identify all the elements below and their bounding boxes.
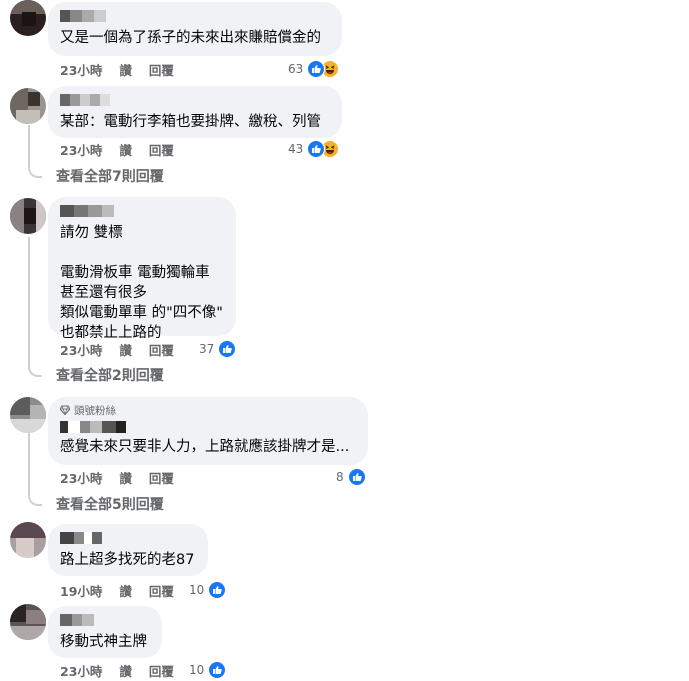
comment-time[interactable]: 23小時 <box>60 340 102 359</box>
reaction-summary[interactable]: 37 <box>199 339 237 359</box>
comment-bubble: 又是一個為了孫子的未來出來賺賠償金的 <box>48 2 342 56</box>
reaction-summary[interactable]: 8 <box>336 467 366 487</box>
diamond-icon <box>60 405 70 415</box>
avatar[interactable] <box>10 88 46 124</box>
reaction-count: 10 <box>189 663 205 677</box>
comment-meta: 23小時 讚 回覆 <box>60 340 191 358</box>
top-fan-label: 頭號粉絲 <box>74 404 116 417</box>
comment-text: 某部：電動行李箱也要掛牌、繳稅、列管 <box>60 114 321 130</box>
reaction-count: 37 <box>199 342 215 356</box>
avatar[interactable] <box>10 0 46 36</box>
comment-bubble: 請勿 雙標 電動滑板車 電動獨輪車 甚至還有很多 類似電動單車 的"四不像" 也… <box>48 197 236 341</box>
like-icon <box>218 340 237 358</box>
avatar[interactable] <box>10 604 46 640</box>
view-replies-link[interactable]: 查看全部2則回覆 <box>56 366 164 386</box>
reaction-count: 43 <box>288 142 304 156</box>
commenter-name-redacted[interactable] <box>60 421 356 433</box>
reaction-summary[interactable]: 43 <box>288 139 340 159</box>
like-button[interactable]: 讚 <box>119 468 132 487</box>
reply-button[interactable]: 回覆 <box>149 468 174 487</box>
reaction-summary[interactable]: 10 <box>189 660 227 680</box>
avatar[interactable] <box>10 198 46 234</box>
comment-meta: 19小時 讚 回覆 <box>60 581 191 599</box>
comment-meta: 23小時 讚 回覆 <box>60 661 191 679</box>
comment-meta: 23小時 讚 回覆 <box>60 468 191 486</box>
comment-bubble: 某部：電動行李箱也要掛牌、繳稅、列管 <box>48 86 342 138</box>
comment-bubble: 移動式神主牌 <box>48 606 162 658</box>
reaction-count: 10 <box>189 583 205 597</box>
reply-button[interactable]: 回覆 <box>149 581 174 600</box>
like-button[interactable]: 讚 <box>119 340 132 359</box>
commenter-name-redacted[interactable] <box>60 205 224 217</box>
reply-button[interactable]: 回覆 <box>149 60 174 79</box>
reply-button[interactable]: 回覆 <box>149 340 174 359</box>
reply-button[interactable]: 回覆 <box>149 140 174 159</box>
commenter-name-redacted[interactable] <box>60 10 330 22</box>
reaction-count: 8 <box>336 470 344 484</box>
thread-line <box>28 430 30 486</box>
reaction-summary[interactable]: 63 <box>288 59 340 79</box>
avatar[interactable] <box>10 522 46 558</box>
view-replies-link[interactable]: 查看全部5則回覆 <box>56 495 164 515</box>
comment-meta: 23小時 讚 回覆 <box>60 140 191 158</box>
comment-text: 請勿 雙標 電動滑板車 電動獨輪車 甚至還有很多 類似電動單車 的"四不像" 也… <box>60 225 223 341</box>
thread-elbow <box>28 160 42 178</box>
like-button[interactable]: 讚 <box>119 60 132 79</box>
thread-line <box>28 125 30 163</box>
comment-bubble: 頭號粉絲 感覺未來只要非人力，上路就應該掛牌才是... <box>48 397 368 465</box>
commenter-name-redacted[interactable] <box>60 94 330 106</box>
avatar[interactable] <box>10 397 46 433</box>
like-button[interactable]: 讚 <box>119 140 132 159</box>
thread-elbow <box>28 356 42 377</box>
comment-bubble: 路上超多找死的老87 <box>48 524 208 576</box>
comment-time[interactable]: 23小時 <box>60 60 102 79</box>
thread-line <box>28 237 30 359</box>
comment-text: 移動式神主牌 <box>60 634 147 650</box>
like-icon <box>347 468 366 486</box>
commenter-name-redacted[interactable] <box>60 532 196 544</box>
commenter-name-redacted[interactable] <box>60 614 150 626</box>
like-icon <box>208 661 227 679</box>
comment-time[interactable]: 19小時 <box>60 581 102 600</box>
top-fan-badge: 頭號粉絲 <box>60 403 356 417</box>
comment-text: 路上超多找死的老87 <box>60 552 195 568</box>
like-button[interactable]: 讚 <box>119 661 132 680</box>
comment-meta: 23小時 讚 回覆 <box>60 60 191 78</box>
thread-elbow <box>28 484 42 506</box>
reply-button[interactable]: 回覆 <box>149 661 174 680</box>
like-button[interactable]: 讚 <box>119 581 132 600</box>
comment-text: 感覺未來只要非人力，上路就應該掛牌才是... <box>60 439 350 455</box>
view-replies-link[interactable]: 查看全部7則回覆 <box>56 167 164 187</box>
reaction-summary[interactable]: 10 <box>189 580 227 600</box>
comment-time[interactable]: 23小時 <box>60 140 102 159</box>
comment-time[interactable]: 23小時 <box>60 468 102 487</box>
comment-time[interactable]: 23小時 <box>60 661 102 680</box>
like-icon <box>208 581 227 599</box>
comment-text: 又是一個為了孫子的未來出來賺賠償金的 <box>60 30 321 46</box>
reaction-count: 63 <box>288 62 304 76</box>
